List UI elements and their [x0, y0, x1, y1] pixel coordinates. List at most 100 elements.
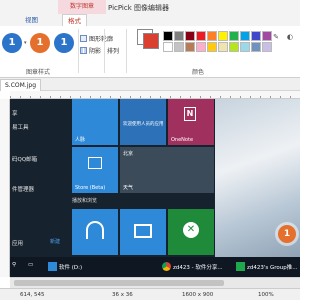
sort-label: 排列	[107, 48, 120, 55]
zoom-level[interactable]: 100%	[258, 292, 274, 298]
tile-weather: 北京 天气	[120, 147, 214, 193]
status-bar: 614, 545 36 x 36 1600 x 900 100%	[0, 288, 300, 300]
list-item: 享	[12, 111, 18, 117]
context-tab-stamp[interactable]: 数字图章	[58, 0, 106, 14]
tile-news-label: 欢迎使用人员的应用	[123, 122, 164, 127]
color-swatch[interactable]	[207, 42, 217, 52]
color-swatch[interactable]	[262, 42, 272, 52]
tile-weather-label: 天气	[123, 185, 134, 191]
list-item: 件管理器	[12, 187, 35, 193]
taskbar-item-explorer: zd423's Group推...	[236, 262, 298, 271]
tile-weather-city: 北京	[123, 151, 134, 157]
palette-tools: ✎ ◐	[270, 31, 296, 43]
tile-xbox: ✕	[168, 209, 214, 255]
chrome-icon	[162, 262, 171, 271]
ribbon: 1 ▾ 1 1 图章样式 图形轮廓 阴影 排列 ✎ ◐ 颜色	[0, 26, 300, 78]
color-swatch[interactable]	[251, 31, 261, 41]
tab-view[interactable]: 视图	[20, 14, 43, 26]
tile-onenote: N OneNote	[168, 99, 214, 145]
group-label-color: 颜色	[192, 69, 205, 76]
headphones-icon	[86, 221, 104, 239]
color-swatch[interactable]	[207, 31, 217, 41]
start-menu-list: 享 易工具 码QQ邮箱 件管理器 应用 新建	[10, 99, 72, 257]
tile-people: 人脉	[72, 99, 118, 145]
color-swatch[interactable]	[240, 42, 250, 52]
stamp-style-2-button[interactable]: 1	[30, 33, 50, 53]
tile-onenote-label: OneNote	[171, 137, 194, 143]
shadow-label: 阴影	[89, 48, 102, 55]
start-menu: 享 易工具 码QQ邮箱 件管理器 应用 新建 人脉 欢迎使用人员的应用 N On…	[10, 99, 215, 257]
color-swatch[interactable]	[229, 42, 239, 52]
color-swatch[interactable]	[196, 31, 206, 41]
app-title: PicPick 图像编辑器	[108, 4, 170, 12]
taskbar-item-explorer-label: zd423's Group推...	[247, 264, 298, 271]
document-tab-bar: S.COM.jpg	[0, 78, 300, 91]
shape-outline-button[interactable]: 图形轮廓	[80, 34, 113, 43]
group-label-stamp-style: 图章样式	[26, 69, 51, 76]
document-tab[interactable]: S.COM.jpg	[0, 79, 41, 91]
color-swatch[interactable]	[185, 31, 195, 41]
new-label: 新建	[50, 239, 61, 245]
title-bar: 数字图章 PicPick 图像编辑器	[0, 0, 300, 14]
color-swatch[interactable]	[163, 31, 173, 41]
scrollbar-thumb[interactable]	[14, 280, 224, 286]
color-swatch[interactable]	[229, 31, 239, 41]
color-swatch[interactable]	[218, 42, 228, 52]
xbox-icon: ✕	[183, 222, 199, 238]
onenote-icon: N	[184, 107, 196, 121]
tile-news: 欢迎使用人员的应用	[120, 99, 166, 145]
list-item: 码QQ邮箱	[12, 157, 38, 163]
section-play-browse: 播放和浏览	[72, 198, 98, 204]
stamp-style-3-button[interactable]: 1	[54, 33, 74, 53]
chevron-down-icon[interactable]: ▾	[24, 40, 27, 46]
tile-store: Store (Beta)	[72, 147, 118, 193]
tile-store-label: Store (Beta)	[75, 185, 106, 191]
shadow-button[interactable]: 阴影	[80, 46, 101, 55]
taskbar: ⚲ ▭ 软件 (D:) zd423 - 软件分享... zd423's Grou…	[10, 257, 300, 277]
vertical-ruler	[0, 99, 10, 277]
image-size: 1600 x 900	[182, 292, 214, 298]
z-icon	[236, 262, 245, 271]
eyedropper-icon[interactable]: ✎	[271, 32, 281, 42]
color-swatch[interactable]	[163, 42, 173, 52]
taskbar-item-chrome: zd423 - 软件分享...	[162, 262, 223, 271]
primary-color-swatch[interactable]	[143, 33, 159, 49]
color-palette	[163, 31, 272, 57]
ribbon-separator	[78, 29, 79, 73]
ribbon-tab-row: 视图 格式	[0, 14, 300, 26]
list-item: 应用	[12, 241, 24, 247]
horizontal-scrollbar[interactable]	[10, 277, 300, 288]
selection-size: 36 x 36	[112, 292, 133, 298]
shape-outline-label: 图形轮廓	[89, 36, 114, 43]
store-icon	[48, 262, 57, 271]
shape-outline-icon	[80, 35, 87, 42]
color-swatch[interactable]	[174, 42, 184, 52]
taskbar-item-drive: 软件 (D:)	[48, 262, 82, 271]
color-swatch[interactable]	[251, 42, 261, 52]
list-item: 易工具	[12, 125, 29, 131]
ribbon-separator	[126, 29, 127, 73]
tile-video	[120, 209, 166, 255]
video-icon	[134, 224, 152, 238]
tile-music	[72, 209, 118, 255]
sort-button[interactable]: 排列	[107, 46, 119, 55]
shadow-icon	[80, 47, 87, 54]
image-canvas[interactable]: 享 易工具 码QQ邮箱 件管理器 应用 新建 人脉 欢迎使用人员的应用 N On…	[10, 99, 300, 277]
color-swatch[interactable]	[185, 42, 195, 52]
taskbar-item-drive-label: 软件 (D:)	[59, 264, 83, 271]
tab-format[interactable]: 格式	[62, 14, 87, 26]
color-wheel-icon[interactable]: ◐	[285, 32, 295, 42]
color-swatch[interactable]	[218, 31, 228, 41]
color-swatch[interactable]	[196, 42, 206, 52]
taskbar-item-chrome-label: zd423 - 软件分享...	[173, 264, 223, 271]
color-swatch[interactable]	[240, 31, 250, 41]
store-bag-icon	[88, 157, 102, 169]
stamp-style-1-button[interactable]: 1	[2, 33, 22, 53]
task-view-icon: ▭	[28, 262, 34, 268]
search-icon: ⚲	[12, 262, 17, 268]
stamp-badge[interactable]: 1	[278, 225, 296, 243]
cursor-position: 614, 545	[20, 292, 45, 298]
color-swatch[interactable]	[174, 31, 184, 41]
tile-people-label: 人脉	[75, 137, 86, 143]
ribbon-separator	[104, 29, 105, 73]
